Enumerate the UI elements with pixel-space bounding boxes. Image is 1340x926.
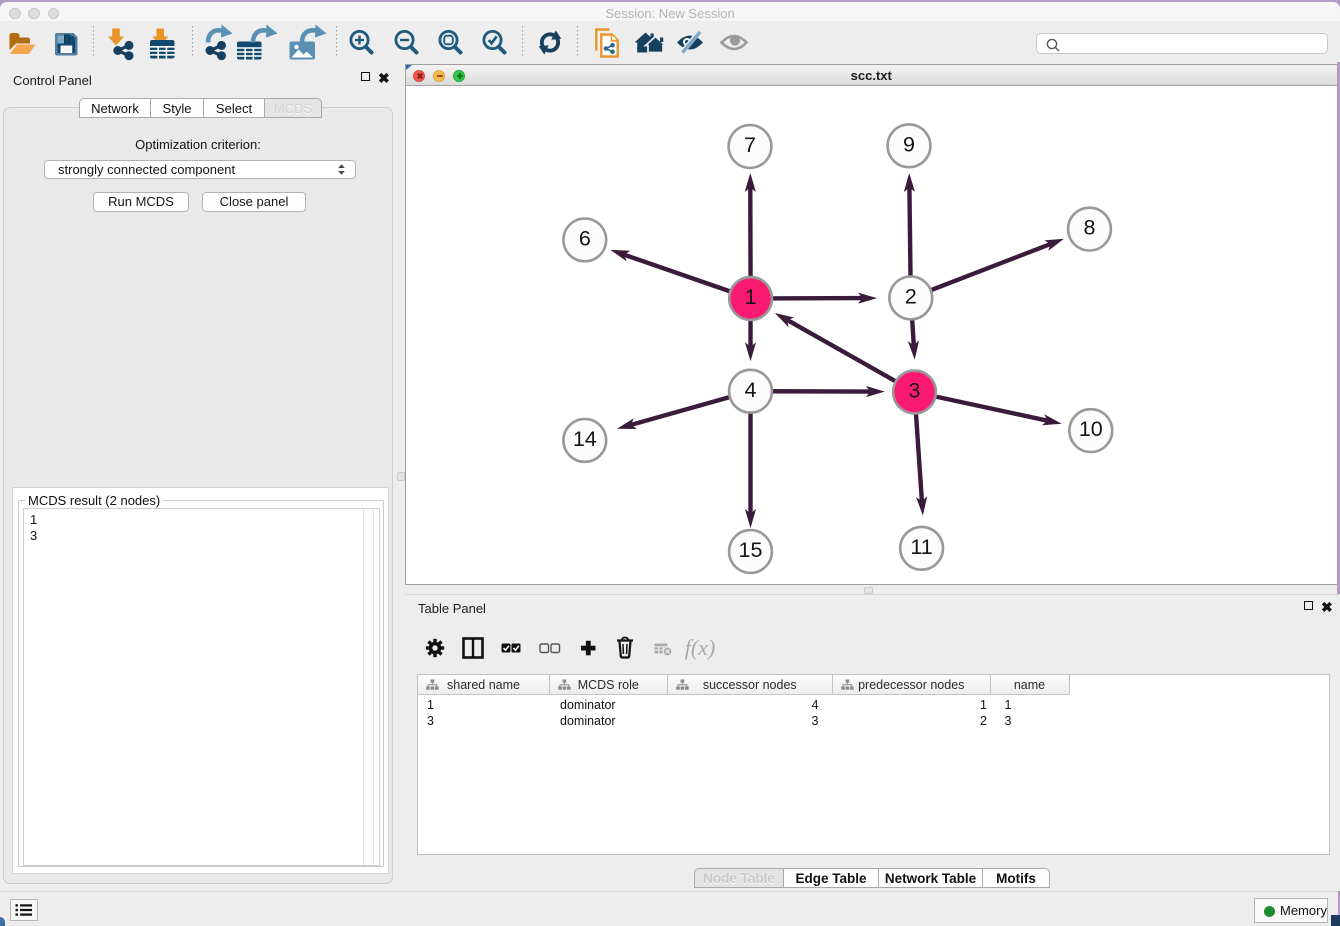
svg-text:14: 14 xyxy=(573,427,597,451)
svg-text:f(x): f(x) xyxy=(685,635,716,660)
svg-text:9: 9 xyxy=(903,132,915,156)
svg-text:3: 3 xyxy=(909,379,921,403)
svg-text:2: 2 xyxy=(905,285,917,309)
svg-text:6: 6 xyxy=(579,227,591,251)
svg-text:10: 10 xyxy=(1079,417,1103,441)
svg-text:15: 15 xyxy=(739,538,763,562)
svg-text:11: 11 xyxy=(910,535,932,559)
svg-text:1: 1 xyxy=(745,285,757,309)
svg-text:7: 7 xyxy=(744,133,756,157)
svg-text:4: 4 xyxy=(745,378,757,402)
svg-text:8: 8 xyxy=(1084,216,1096,240)
